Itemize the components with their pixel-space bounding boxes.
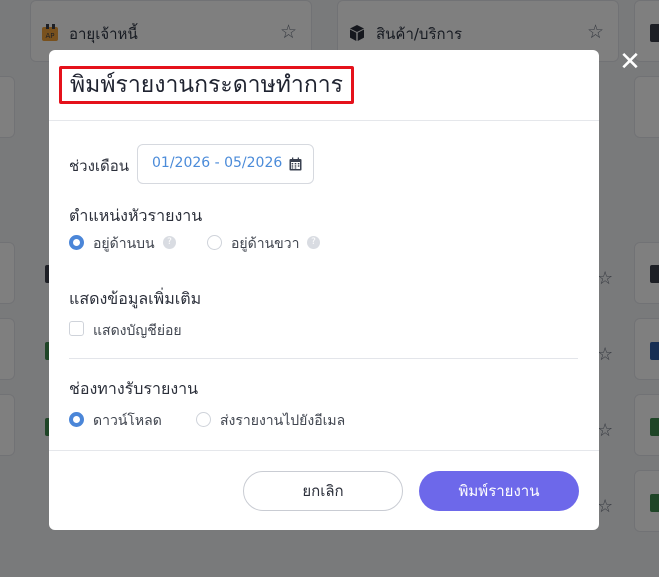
radio-download[interactable]	[69, 412, 84, 427]
help-icon[interactable]: ?	[163, 236, 176, 249]
calendar-icon[interactable]	[289, 156, 302, 171]
dialog-title: พิมพ์รายงานกระดาษทำการ	[59, 66, 355, 104]
period-value: 01/2026 - 05/2026	[152, 155, 283, 171]
radio-header-top-label[interactable]: อยู่ด้านบน	[93, 233, 155, 255]
cancel-button[interactable]: ยกเลิก	[243, 471, 403, 511]
divider	[69, 358, 578, 359]
dialog-header: พิมพ์รายงานกระดาษทำการ	[49, 50, 599, 121]
radio-header-right[interactable]	[207, 235, 222, 250]
extra-info-title: แสดงข้อมูลเพิ่มเติม	[69, 289, 202, 308]
header-position-title: ตำแหน่งหัวรายงาน	[69, 206, 203, 225]
show-sub-accounts-label[interactable]: แสดงบัญชีย่อย	[93, 320, 182, 342]
print-report-button[interactable]: พิมพ์รายงาน	[419, 471, 579, 511]
close-icon[interactable]: ✕	[618, 49, 642, 75]
help-icon[interactable]: ?	[307, 236, 320, 249]
delivery-title: ช่องทางรับรายงาน	[69, 379, 199, 398]
radio-download-label[interactable]: ดาวน์โหลด	[93, 410, 162, 432]
radio-header-right-label[interactable]: อยู่ด้านขวา	[231, 233, 299, 255]
period-date-range-input[interactable]: 01/2026 - 05/2026	[137, 144, 314, 184]
radio-header-top[interactable]	[69, 235, 84, 250]
period-label: ช่วงเดือน	[69, 157, 130, 175]
print-working-paper-dialog: พิมพ์รายงานกระดาษทำการ ช่วงเดือน 01/2026…	[49, 50, 599, 530]
radio-send-email-label[interactable]: ส่งรายงานไปยังอีเมล	[220, 410, 345, 432]
radio-send-email[interactable]	[196, 412, 211, 427]
show-sub-accounts-checkbox[interactable]	[69, 321, 84, 336]
